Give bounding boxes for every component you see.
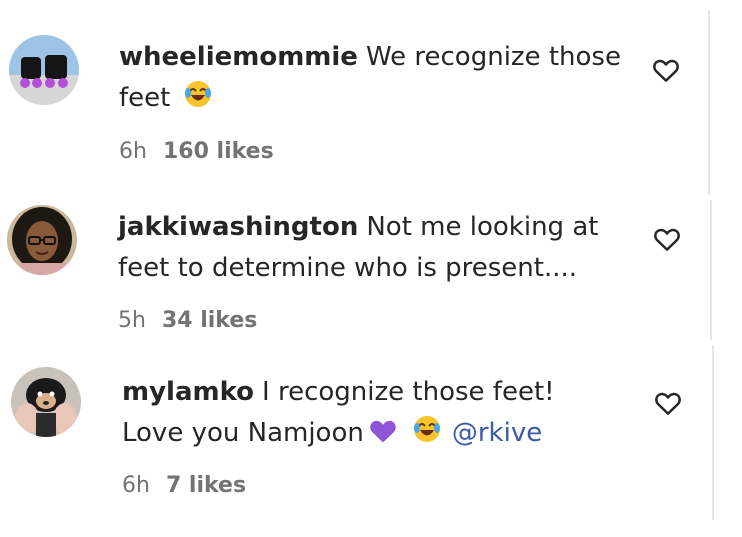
timestamp: 5h (118, 308, 146, 333)
comment-text: mylamko I recognize those feet! Love you … (122, 372, 642, 457)
avatar[interactable] (9, 35, 79, 105)
mention-link[interactable]: @rkive (452, 418, 542, 448)
divider-line (712, 345, 714, 520)
comment-meta: 6h 160 likes (119, 139, 274, 164)
username[interactable]: mylamko (122, 377, 254, 407)
likes-count[interactable]: 160 likes (163, 139, 274, 164)
avatar[interactable] (11, 367, 81, 437)
heart-outline-icon[interactable] (651, 55, 681, 85)
divider-line (710, 200, 712, 340)
likes-count[interactable]: 34 likes (162, 308, 257, 333)
timestamp: 6h (122, 473, 150, 498)
avatar[interactable] (7, 205, 77, 275)
heart-outline-icon[interactable] (652, 224, 682, 254)
comment-meta: 5h 34 likes (118, 308, 257, 333)
comment-item: mylamko I recognize those feet! Love you … (0, 350, 700, 537)
comment-text: jakkiwashington Not me looking at feet to… (118, 207, 638, 289)
comment-text: wheeliemommie We recognize those feet (119, 37, 639, 122)
comment-body: Love you Namjoon (122, 418, 364, 448)
comment-item: jakkiwashington Not me looking at feet to… (0, 190, 700, 350)
purple-heart-icon (368, 416, 398, 457)
heart-outline-icon[interactable] (653, 388, 683, 418)
face-with-tears-of-joy-icon (412, 414, 442, 457)
divider-line (708, 10, 710, 195)
comment-body: I recognize those feet! (262, 377, 555, 407)
username[interactable]: jakkiwashington (118, 212, 358, 242)
comment-item: wheeliemommie We recognize those feet 6h 1… (0, 0, 700, 190)
likes-count[interactable]: 7 likes (166, 473, 246, 498)
username[interactable]: wheeliemommie (119, 42, 358, 72)
face-with-tears-of-joy-icon (183, 79, 213, 122)
comment-meta: 6h 7 likes (122, 473, 246, 498)
timestamp: 6h (119, 139, 147, 164)
